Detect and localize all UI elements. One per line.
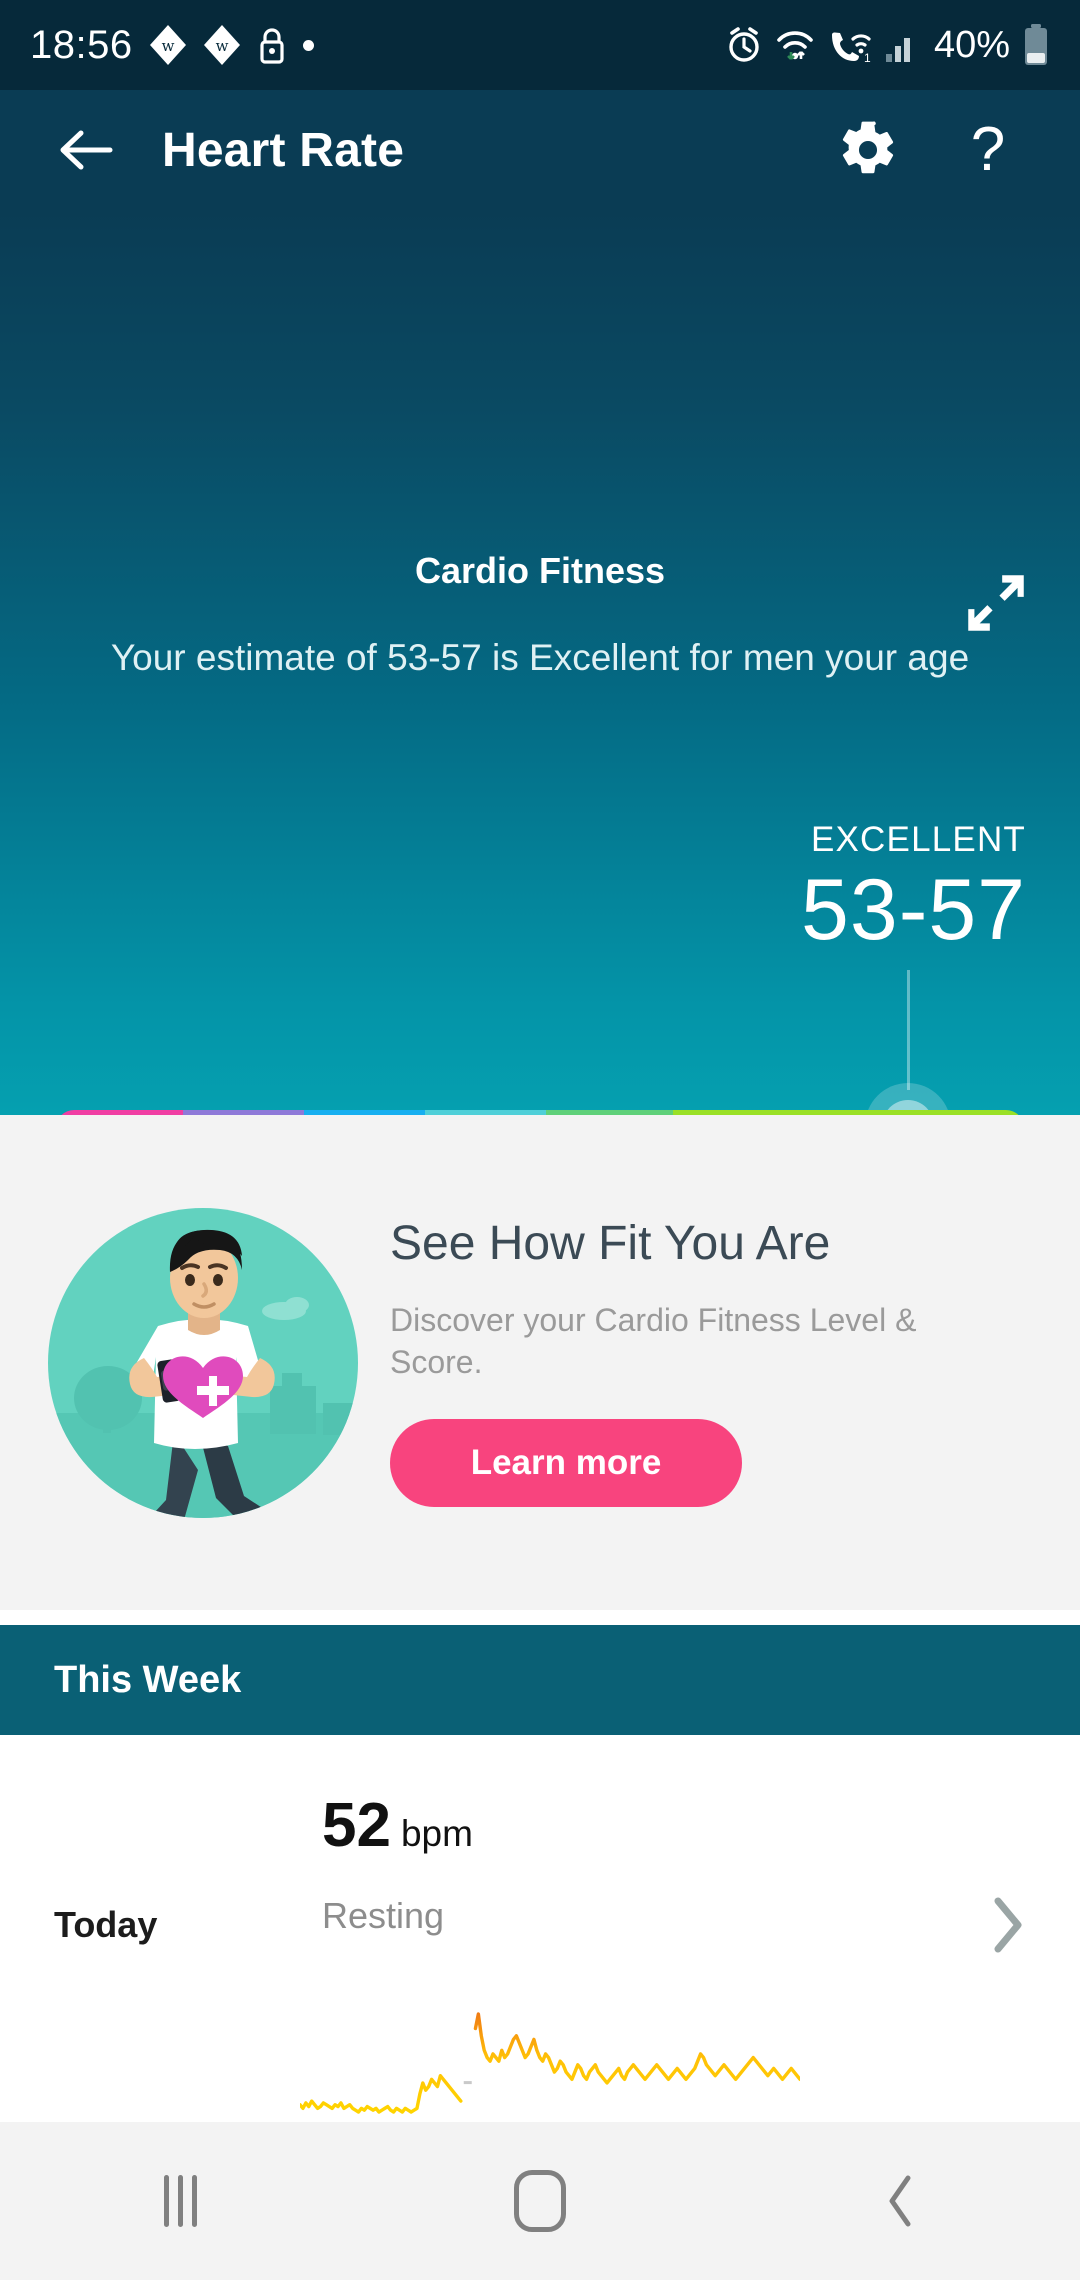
nav-back-button[interactable] bbox=[830, 2151, 970, 2251]
heart-rate-sparkline bbox=[300, 2008, 800, 2120]
score-value: 53-57 bbox=[801, 862, 1026, 958]
wifi-icon bbox=[774, 26, 816, 64]
signal-icon bbox=[884, 26, 918, 64]
svg-text:w: w bbox=[161, 37, 174, 55]
promo-heading: See How Fit You Are bbox=[390, 1216, 831, 1270]
settings-button[interactable] bbox=[832, 114, 904, 186]
cardio-card-subtitle: Your estimate of 53-57 is Excellent for … bbox=[110, 637, 970, 678]
learn-more-button[interactable]: Learn more bbox=[390, 1419, 742, 1508]
svg-text:1: 1 bbox=[864, 51, 871, 64]
recents-button[interactable] bbox=[110, 2151, 250, 2251]
cardio-fitness-card[interactable]: Cardio Fitness Your estimate of 53-57 is… bbox=[0, 210, 1080, 1115]
row-bpm-number: 52 bbox=[322, 1791, 391, 1860]
lock-icon bbox=[257, 25, 287, 65]
app-badge-icon: w bbox=[203, 24, 241, 66]
home-icon bbox=[514, 2170, 566, 2232]
row-chevron-button[interactable] bbox=[984, 1897, 1032, 1953]
score-block: EXCELLENT 53-57 bbox=[801, 822, 1026, 955]
status-time: 18:56 bbox=[30, 23, 133, 67]
phone-screen: 18:56 w w 1 40% Heart Rate ? Cardio Fitn… bbox=[0, 0, 1080, 2280]
home-button[interactable] bbox=[470, 2151, 610, 2251]
row-subtitle: Resting bbox=[322, 1895, 445, 1936]
walking-man-illustration bbox=[48, 1207, 358, 1518]
expand-diagonal-icon bbox=[968, 575, 1024, 631]
row-bpm-unit: bpm bbox=[400, 1813, 473, 1854]
help-button[interactable]: ? bbox=[952, 114, 1024, 186]
app-bar: Heart Rate ? bbox=[0, 90, 1080, 210]
nav-back-icon bbox=[889, 2175, 911, 2227]
promo-text-block: See How Fit You Are Discover your Cardio… bbox=[390, 1216, 1080, 1508]
battery-icon bbox=[1022, 23, 1050, 67]
score-level-label: EXCELLENT bbox=[810, 820, 1026, 859]
sparkline-path bbox=[300, 2014, 800, 2112]
status-bar-left: 18:56 w w bbox=[30, 24, 314, 66]
promo-card: See How Fit You Are Discover your Cardio… bbox=[0, 1115, 1080, 1610]
this-week-title: This Week bbox=[54, 1658, 242, 1701]
promo-body: Discover your Cardio Fitness Level & Sco… bbox=[390, 1301, 917, 1380]
page-title: Heart Rate bbox=[162, 123, 405, 177]
arrow-left-icon bbox=[60, 130, 113, 170]
cardio-card-title: Cardio Fitness bbox=[414, 550, 666, 591]
this-week-header: This Week bbox=[0, 1625, 1080, 1735]
row-bpm-value: 52 bpm bbox=[322, 1795, 473, 1857]
walking-man-figure bbox=[48, 1229, 358, 1518]
battery-percent: 40% bbox=[933, 23, 1010, 66]
recents-icon bbox=[163, 2175, 197, 2227]
score-marker-line bbox=[907, 970, 910, 1090]
status-bar-right: 1 40% bbox=[726, 23, 1050, 67]
call-wifi-icon: 1 bbox=[828, 26, 872, 64]
svg-text:w: w bbox=[215, 37, 228, 55]
app-badge-icon: w bbox=[149, 24, 187, 66]
row-day-label: Today bbox=[54, 1904, 158, 1945]
alarm-icon bbox=[726, 26, 762, 64]
illustration-circle-bg bbox=[48, 1207, 358, 1518]
question-mark-icon: ? bbox=[970, 115, 1006, 184]
status-bar: 18:56 w w 1 40% bbox=[0, 0, 1080, 90]
system-nav-bar bbox=[0, 2122, 1080, 2280]
back-button[interactable] bbox=[56, 120, 116, 180]
gear-icon bbox=[842, 121, 894, 174]
dot-icon bbox=[302, 39, 314, 51]
chevron-right-icon bbox=[994, 1897, 1022, 1953]
